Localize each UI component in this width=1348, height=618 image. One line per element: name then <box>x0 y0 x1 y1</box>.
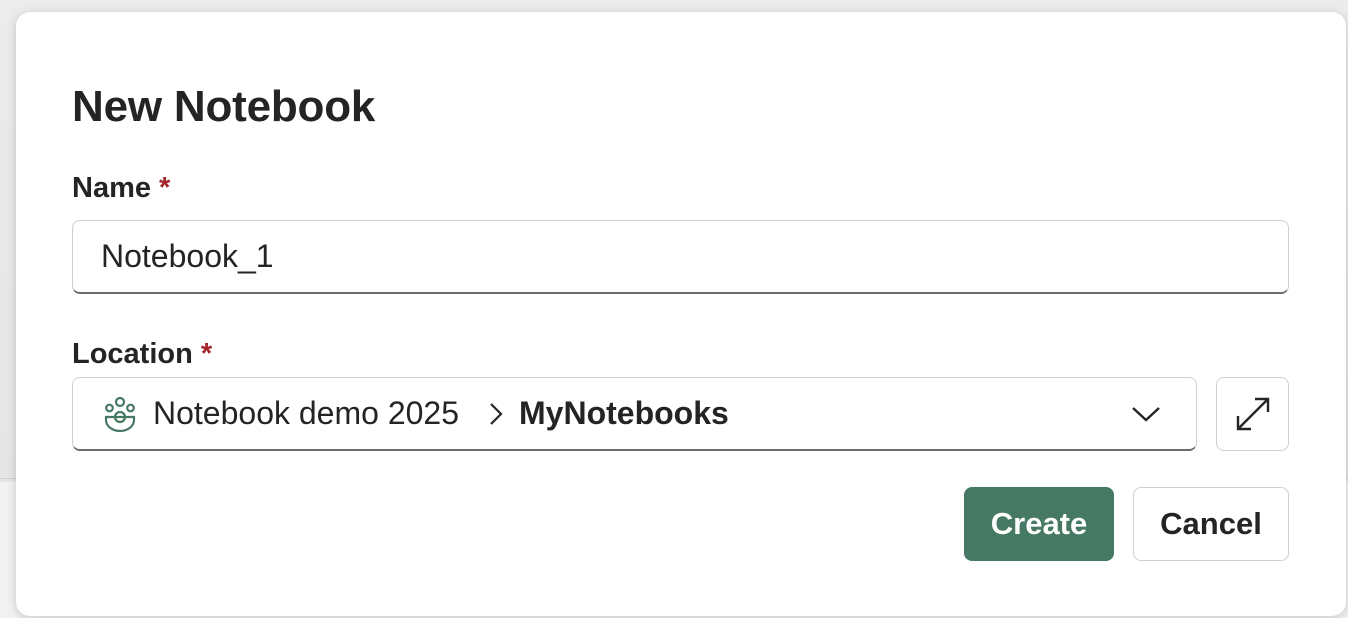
dialog-title: New Notebook <box>72 82 376 131</box>
name-required-mark: * <box>159 172 171 204</box>
workspace-icon <box>103 396 137 432</box>
chevron-down-icon <box>1130 404 1162 424</box>
new-notebook-dialog: New Notebook Name* Location* Notebook de… <box>16 12 1346 616</box>
location-workspace: Notebook demo 2025 <box>153 395 459 431</box>
name-label: Name * <box>72 172 170 205</box>
chevron-right-icon <box>487 400 505 428</box>
name-label-text: Name <box>72 172 151 204</box>
create-button[interactable]: Create <box>964 487 1114 561</box>
cancel-button[interactable]: Cancel <box>1133 487 1289 561</box>
location-label: Location * <box>72 338 212 371</box>
expand-location-button[interactable] <box>1216 377 1289 451</box>
location-label-text: Location <box>72 338 193 370</box>
location-folder: MyNotebooks <box>519 395 729 431</box>
location-dropdown[interactable]: Notebook demo 2025 MyNotebooks <box>72 377 1197 451</box>
location-required-mark: * <box>200 338 213 370</box>
name-input[interactable] <box>72 220 1289 294</box>
expand-icon <box>1234 395 1272 433</box>
